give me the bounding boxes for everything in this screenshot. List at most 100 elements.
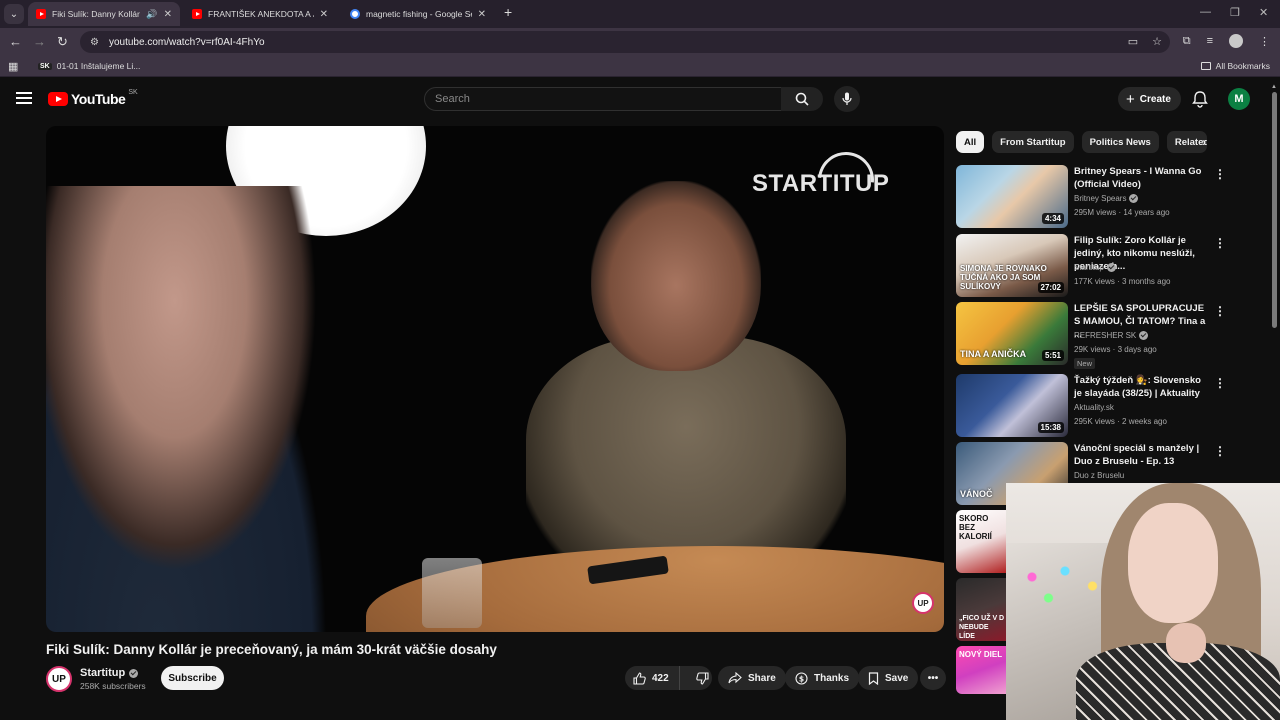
- cast-icon[interactable]: ▭: [1128, 35, 1138, 48]
- recommendation-title[interactable]: Britney Spears - I Wanna Go (Official Vi…: [1074, 165, 1206, 191]
- bookmark-star-icon[interactable]: ☆: [1152, 35, 1162, 48]
- search-button[interactable]: [781, 87, 823, 111]
- recommendation-meta: 177K views · 3 months ago: [1074, 277, 1171, 286]
- recommendation-title[interactable]: Ťažký týždeň 👩‍⚖️: Slovensko je slayáda …: [1074, 374, 1206, 400]
- video-frame-person-left: [46, 186, 356, 632]
- chip-politics-news[interactable]: Politics News: [1081, 131, 1159, 153]
- recommendation-channel[interactable]: REFRESHER SK: [1074, 331, 1149, 340]
- close-tab-icon[interactable]: ✕: [320, 9, 328, 20]
- thumbnail-caption: „FICO UŽ V D NEBUDE LÍDE: [959, 615, 1005, 640]
- site-info-icon[interactable]: ⚙: [90, 37, 99, 48]
- create-button[interactable]: + Create: [1118, 87, 1181, 111]
- all-bookmarks-label: All Bookmarks: [1215, 61, 1270, 71]
- kebab-menu-icon[interactable]: ⋮: [1214, 376, 1226, 390]
- reload-icon[interactable]: ↻: [57, 34, 68, 50]
- dislike-button[interactable]: [686, 666, 719, 690]
- recommendation-item[interactable]: 4:34 Britney Spears - I Wanna Go (Offici…: [956, 165, 1256, 229]
- reading-list-icon[interactable]: ≡: [1207, 35, 1213, 47]
- duration-badge: 27:02: [1037, 282, 1064, 293]
- duration-badge: 4:34: [1041, 213, 1064, 224]
- super-thanks-icon: $: [795, 671, 808, 685]
- video-thumbnail[interactable]: SIMONA JE ROVNAKO TUČNÁ AKO JA SOM SULÍK…: [956, 234, 1068, 297]
- webcam-overlay: [1006, 483, 1280, 720]
- tab-search-button[interactable]: ⌄: [4, 4, 24, 24]
- close-tab-icon[interactable]: ✕: [164, 9, 172, 20]
- channel-branding-badge[interactable]: UP: [912, 592, 934, 614]
- recommendation-item[interactable]: 15:38 Ťažký týždeň 👩‍⚖️: Slovensko je sl…: [956, 374, 1256, 438]
- video-thumbnail[interactable]: SKORO BEZ KALORIÍ: [956, 510, 1006, 573]
- new-tab-button[interactable]: +: [504, 4, 512, 20]
- save-button[interactable]: Save: [858, 666, 919, 690]
- tab-google-search[interactable]: magnetic fishing - Google Search ✕: [342, 2, 494, 26]
- video-frame-glass: [422, 558, 482, 628]
- youtube-icon: [192, 9, 202, 19]
- tab-active[interactable]: Fiki Sulík: Danny Kollár je preceňovaný …: [28, 2, 180, 26]
- close-window-icon[interactable]: ✕: [1259, 6, 1268, 19]
- kebab-menu-icon[interactable]: ⋮: [1214, 167, 1226, 181]
- kebab-menu-icon[interactable]: ⋮: [1214, 444, 1226, 458]
- bookmark-item[interactable]: SK 01-01 Inštalujeme Li...: [38, 61, 140, 71]
- scroll-up-arrow-icon[interactable]: ▲: [1271, 84, 1277, 90]
- recommendation-channel[interactable]: Startitup: [1074, 263, 1116, 272]
- thanks-button[interactable]: $ Thanks: [785, 666, 860, 690]
- forward-icon[interactable]: →: [33, 34, 46, 49]
- verified-icon: [1106, 263, 1116, 272]
- video-player[interactable]: STARTITUP UP: [46, 126, 944, 632]
- channel-label: Duo z Bruselu: [1074, 471, 1125, 480]
- recommendation-channel[interactable]: Duo z Bruselu: [1074, 471, 1124, 480]
- video-thumbnail[interactable]: NOVÝ DIEL: [956, 646, 1006, 694]
- thumbs-up-icon: [633, 671, 646, 685]
- all-bookmarks-button[interactable]: All Bookmarks: [1200, 61, 1270, 71]
- chip-from-startitup[interactable]: From Startitup: [992, 131, 1074, 153]
- thumbnail-caption: SIMONA JE ROVNAKO TUČNÁ AKO JA SOM SULÍK…: [960, 264, 1047, 291]
- video-frame-person-right-head: [591, 181, 761, 371]
- recommendation-title[interactable]: Vánoční speciál s manžely | Duo z Brusel…: [1074, 442, 1206, 468]
- duration-badge: 15:38: [1037, 422, 1064, 433]
- tab-frantisek[interactable]: FRANTIŠEK ANEKDOTA A JEHO ✕: [184, 2, 336, 26]
- thanks-label: Thanks: [814, 672, 850, 684]
- menu-kebab-icon[interactable]: ⋮: [1259, 35, 1270, 48]
- like-button[interactable]: 422: [625, 666, 680, 690]
- video-thumbnail[interactable]: „FICO UŽ V D NEBUDE LÍDE: [956, 578, 1006, 641]
- recommendation-item[interactable]: SIMONA JE ROVNAKO TUČNÁ AKO JA SOM SULÍK…: [956, 234, 1256, 298]
- minimize-icon[interactable]: —: [1200, 6, 1211, 18]
- restore-icon[interactable]: ❐: [1230, 6, 1240, 19]
- profile-avatar[interactable]: [1229, 34, 1243, 48]
- close-tab-icon[interactable]: ✕: [478, 9, 486, 20]
- channel-avatar[interactable]: UP: [46, 666, 72, 692]
- video-thumbnail[interactable]: 4:34: [956, 165, 1068, 228]
- share-button[interactable]: Share: [718, 666, 786, 690]
- kebab-menu-icon[interactable]: ⋮: [1214, 304, 1226, 318]
- subscribe-button[interactable]: Subscribe: [161, 666, 224, 690]
- voice-search-button[interactable]: [834, 86, 860, 112]
- recommendation-item[interactable]: TINA A ANIČKA 5:51 LEPŠIE SA SPOLUPRACUJ…: [956, 302, 1256, 369]
- guide-menu-icon[interactable]: [16, 92, 32, 104]
- extensions-icon[interactable]: ⧉: [1183, 35, 1191, 48]
- browser-tab-bar: ⌄ Fiki Sulík: Danny Kollár je preceňovan…: [0, 0, 1280, 28]
- channel-label: Britney Spears: [1074, 194, 1127, 203]
- chip-related[interactable]: Related: [1166, 131, 1207, 153]
- channel-name-row[interactable]: Startitup: [80, 667, 139, 679]
- speaker-icon[interactable]: 🔊: [146, 9, 157, 20]
- thumbnail-caption: TINA A ANIČKA: [960, 349, 1027, 359]
- youtube-logo[interactable]: YouTube SK: [48, 89, 138, 107]
- bookmark-icon: [868, 671, 879, 685]
- video-thumbnail[interactable]: TINA A ANIČKA 5:51: [956, 302, 1068, 365]
- address-bar[interactable]: ⚙ youtube.com/watch?v=rf0AI-4FhYo ▭ ☆: [80, 31, 1170, 53]
- page-scrollbar-thumb[interactable]: [1272, 92, 1277, 328]
- kebab-menu-icon[interactable]: ⋮: [1214, 236, 1226, 250]
- search-input[interactable]: Search: [424, 87, 782, 111]
- recommendation-channel[interactable]: Aktuality.sk: [1074, 403, 1114, 412]
- chevron-right-icon[interactable]: ›: [1202, 135, 1206, 149]
- subscriber-count: 258K subscribers: [80, 681, 146, 691]
- back-icon[interactable]: ←: [9, 34, 22, 49]
- account-avatar[interactable]: M: [1228, 88, 1250, 110]
- more-actions-button[interactable]: •••: [920, 666, 946, 690]
- notifications-button[interactable]: [1192, 90, 1208, 113]
- chip-all[interactable]: All: [956, 131, 985, 153]
- apps-grid-icon[interactable]: ▦: [8, 60, 18, 73]
- video-thumbnail[interactable]: 15:38: [956, 374, 1068, 437]
- recommendation-channel[interactable]: Britney Spears: [1074, 194, 1139, 203]
- youtube-icon: [36, 9, 46, 19]
- like-count: 422: [652, 672, 669, 684]
